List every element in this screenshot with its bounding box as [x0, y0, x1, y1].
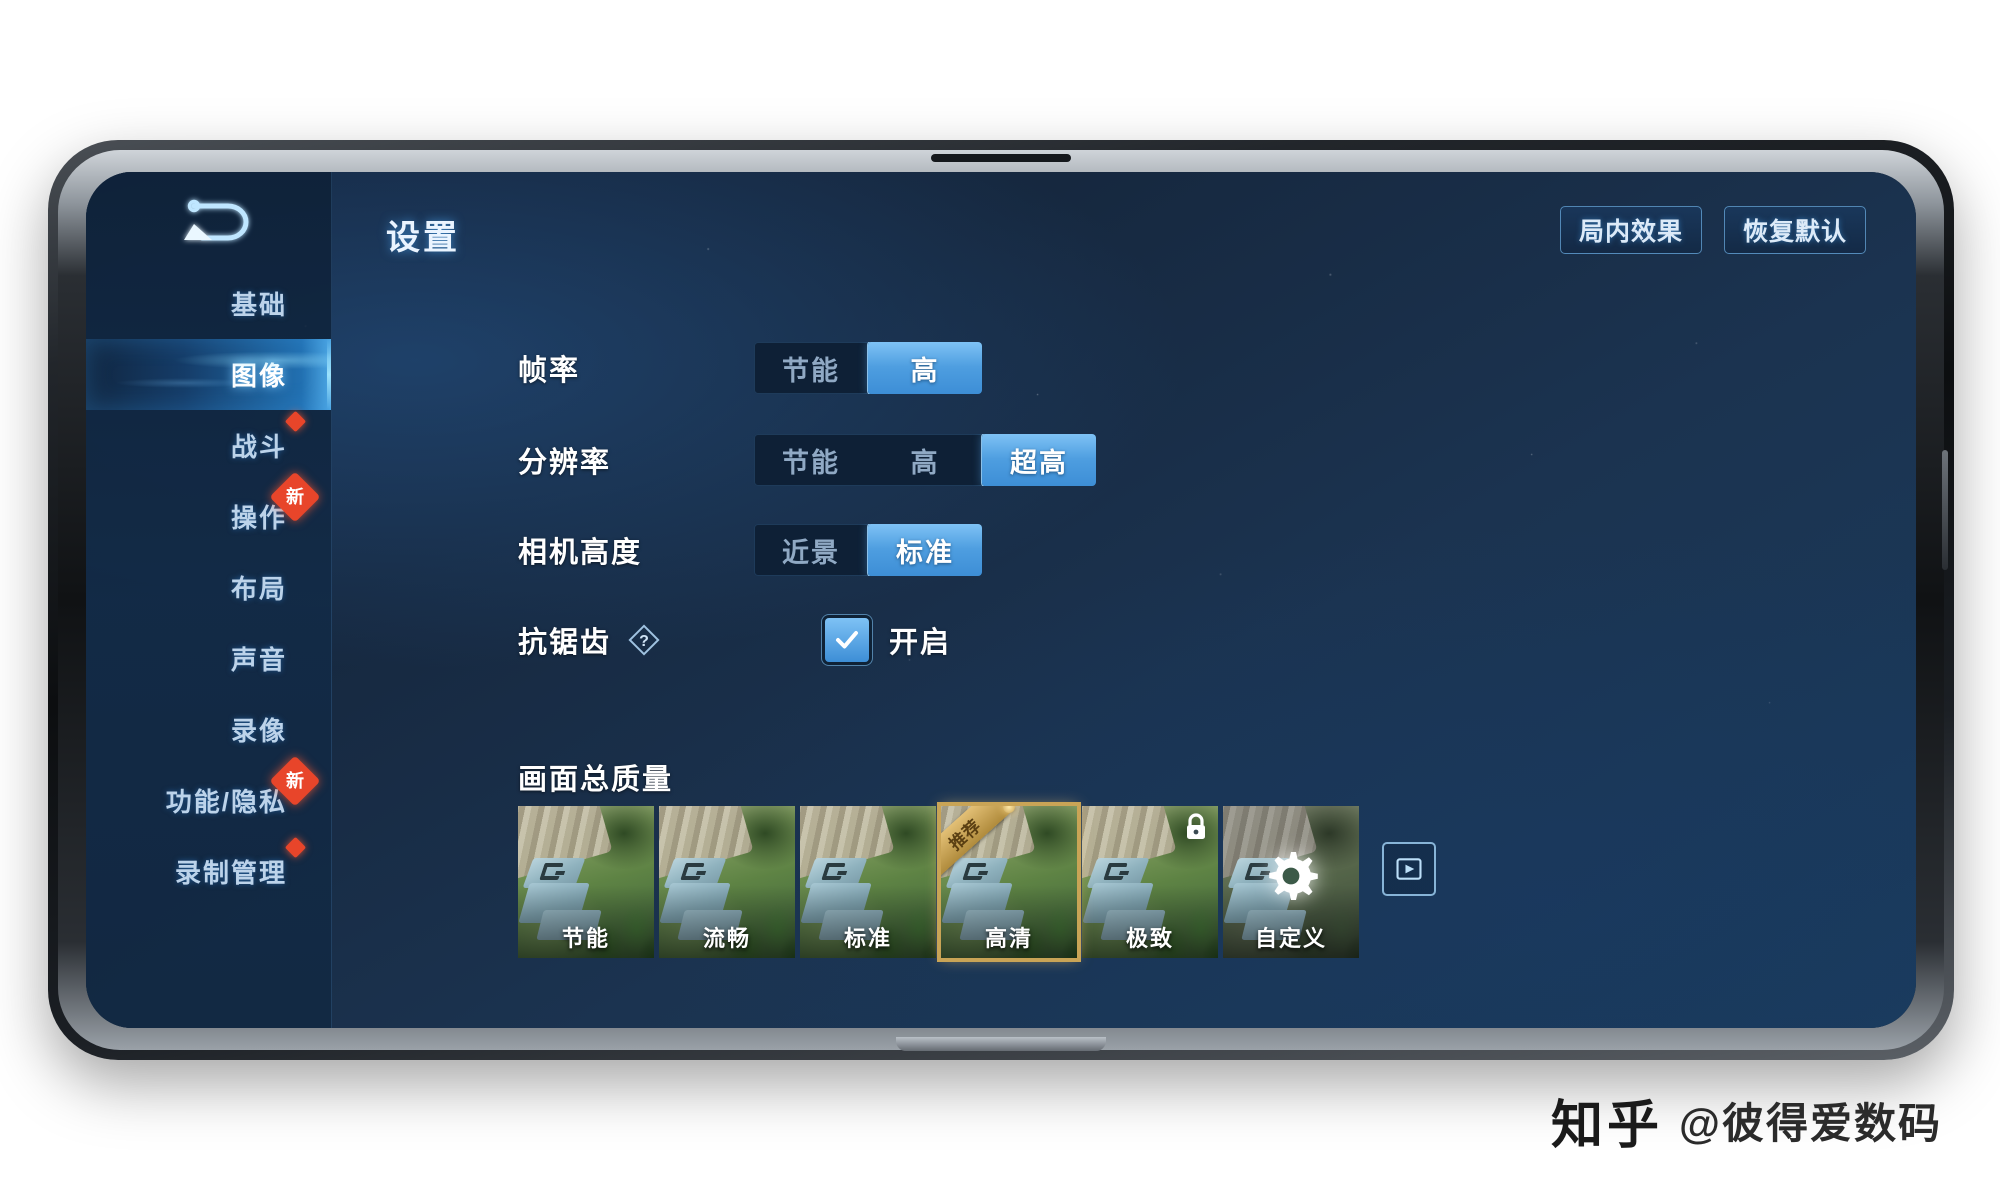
sidebar-item-7[interactable]: 新功能/隐私 [86, 755, 331, 836]
sidebar-badge-dot-icon [284, 836, 307, 859]
row-label-resolution: 分辨率 [518, 447, 612, 479]
antialiasing-checkbox[interactable] [825, 618, 870, 662]
quality-preset-label: 极致 [1125, 926, 1174, 951]
in-game-effects-button[interactable]: 局内效果 [1559, 206, 1702, 254]
sidebar-item-4[interactable]: 布局 [86, 552, 331, 623]
earpiece-speaker [931, 154, 1071, 162]
quality-preset-card-4[interactable]: 极致 [1082, 806, 1218, 958]
resolution-option-ultra[interactable]: 超高 [982, 434, 1096, 486]
header-actions: 局内效果 恢复默认 [1559, 206, 1866, 254]
quality-preset-label: 流畅 [702, 926, 751, 951]
question-diamond-icon[interactable]: ? [627, 623, 661, 657]
sidebar-item-3[interactable]: 新操作 [86, 471, 331, 552]
row-label-framerate: 帧率 [518, 355, 581, 387]
sidebar-item-label: 录像 [230, 716, 287, 746]
phone-screen: 基础 图像 战斗新操作 布局 声音 录像新功能/隐私 录制管理 设置 局内效果 恢复默认 帧… [86, 172, 1916, 1028]
quality-preset-label: 自定义 [1254, 926, 1327, 951]
quality-preset-card-3[interactable]: 推荐 高清 [941, 806, 1077, 958]
back-arrow-icon[interactable] [172, 194, 260, 256]
game-settings-screen: 基础 图像 战斗新操作 布局 声音 录像新功能/隐私 录制管理 设置 局内效果 恢复默认 帧… [86, 172, 1916, 1028]
sidebar-item-label: 录制管理 [174, 858, 287, 888]
page-title: 设置 [386, 219, 460, 257]
antialiasing-checkbox-group[interactable]: 开启 [825, 618, 951, 662]
quality-section-title: 画面总质量 [518, 764, 674, 796]
restore-defaults-button[interactable]: 恢复默认 [1723, 206, 1866, 254]
sidebar-item-0[interactable]: 基础 [86, 268, 331, 339]
quality-preset-card-1[interactable]: 流畅 [659, 806, 795, 958]
resolution-option-high[interactable]: 高 [868, 434, 982, 486]
watermark-username: @彼得爱数码 [1679, 1100, 1942, 1147]
phone-device: 基础 图像 战斗新操作 布局 声音 录像新功能/隐私 录制管理 设置 局内效果 恢复默认 帧… [48, 140, 1954, 1060]
watermark: 知乎 @彼得爱数码 [1551, 1083, 1942, 1158]
video-preview-icon[interactable] [1382, 842, 1436, 896]
settings-sidebar: 基础 图像 战斗新操作 布局 声音 录像新功能/隐私 录制管理 [86, 172, 332, 1028]
sidebar-item-1[interactable]: 图像 [86, 339, 331, 410]
svg-text:?: ? [639, 633, 649, 650]
sidebar-item-label: 布局 [230, 574, 287, 604]
framerate-segmented-control: 节能 高 [754, 342, 982, 394]
quality-preset-card-2[interactable]: 标准 [800, 806, 936, 958]
sidebar-badge-new-label: 新 [286, 771, 304, 791]
sidebar-badge-dot-icon [284, 410, 307, 433]
sidebar-badge-new-label: 新 [286, 487, 304, 507]
zhihu-logo: 知乎 [1551, 1098, 1664, 1155]
quality-preset-strip: 节能 流畅 标准 推荐 高清极致 自定义 [518, 806, 1359, 958]
power-button[interactable] [1942, 450, 1948, 570]
row-label-camera-height: 相机高度 [518, 537, 643, 569]
resolution-segmented-control: 节能 高 超高 [754, 434, 1096, 486]
resolution-option-eco[interactable]: 节能 [754, 434, 868, 486]
camera-height-option-standard[interactable]: 标准 [868, 524, 982, 576]
phone-frame: 基础 图像 战斗新操作 布局 声音 录像新功能/隐私 录制管理 设置 局内效果 恢复默认 帧… [58, 150, 1948, 1051]
framerate-option-high[interactable]: 高 [868, 342, 982, 394]
setting-row-resolution: 分辨率 节能 高 超高 [518, 434, 1096, 486]
sidebar-item-label: 基础 [230, 290, 287, 320]
sidebar-menu: 基础 图像 战斗新操作 布局 声音 录像新功能/隐私 录制管理 [86, 268, 331, 1028]
quality-preset-card-5[interactable]: 自定义 [1223, 806, 1359, 958]
row-label-antialiasing: 抗锯齿 [518, 627, 612, 659]
setting-row-framerate: 帧率 节能 高 [518, 342, 982, 394]
sidebar-item-6[interactable]: 录像 [86, 694, 331, 765]
gear-icon [1260, 848, 1322, 910]
bottom-frame-bump [896, 1037, 1106, 1051]
camera-height-segmented-control: 近景 标准 [754, 524, 982, 576]
sidebar-item-label: 功能/隐私 [165, 787, 287, 817]
sidebar-item-label: 图像 [230, 361, 287, 391]
antialiasing-checkbox-label: 开启 [889, 627, 952, 659]
quality-preset-card-0[interactable]: 节能 [518, 806, 654, 958]
sidebar-item-8[interactable]: 录制管理 [86, 836, 331, 907]
quality-preset-label: 高清 [984, 926, 1033, 951]
sidebar-item-label: 战斗 [230, 432, 287, 462]
setting-row-camera-height: 相机高度 近景 标准 [518, 524, 982, 576]
setting-row-antialiasing: 抗锯齿 ? 开启 [518, 618, 951, 662]
quality-preset-label: 标准 [843, 926, 892, 951]
settings-content: 帧率 节能 高 分辨率 节能 高 超高 相机高度 近景 标准 抗锯齿 ? 开启 … [332, 268, 1916, 1028]
quality-preset-label: 节能 [561, 926, 610, 951]
lock-icon [1182, 812, 1210, 842]
sidebar-item-2[interactable]: 战斗 [86, 410, 331, 481]
sidebar-item-5[interactable]: 声音 [86, 623, 331, 694]
camera-height-option-close[interactable]: 近景 [754, 524, 868, 576]
sidebar-item-label: 声音 [230, 645, 287, 675]
framerate-option-eco[interactable]: 节能 [754, 342, 868, 394]
